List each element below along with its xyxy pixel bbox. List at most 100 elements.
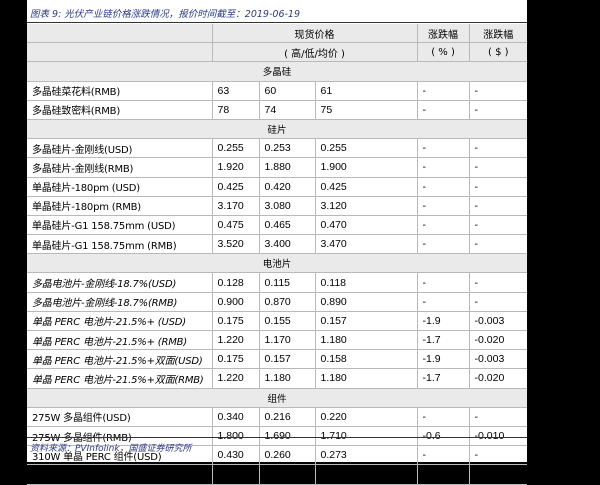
high-price-cell: 0.128 (212, 272, 260, 293)
change-pct-cell: -1.7 (417, 330, 470, 351)
section-header-row: 多晶硅 (27, 61, 528, 82)
table-row: 多晶硅菜花料(RMB) 63 60 61- - (27, 81, 528, 101)
change-usd-cell: - (469, 100, 528, 120)
product-name-cell: 多晶电池片-金刚线-18.7%(RMB) (27, 292, 213, 312)
table-row: 275W 多晶组件(USD) 0.340 0.216 0.220- - (27, 407, 528, 427)
high-price-cell: 63 (212, 81, 260, 101)
low-price-cell: 1.170 (259, 330, 316, 351)
table-row: 单晶 PERC 电池片-21.5%+双面(USD) 0.175 0.157 0.158… (27, 349, 528, 370)
high-price-cell: 0.475 (212, 215, 260, 236)
product-name-cell: 单晶 PERC 电池片-21.5%+ (RMB) (27, 330, 213, 351)
product-name-cell: 单晶硅片-G1 158.75mm (USD) (27, 215, 213, 236)
product-name-cell: 单晶硅片-G1 158.75mm (RMB) (27, 234, 213, 255)
table-row: 单晶 PERC 电池片-21.5%+双面(RMB) 1.220 1.180 1.180… (27, 368, 528, 389)
product-name-cell: 多晶电池片-金刚线-18.7%(USD) (27, 272, 213, 293)
change-usd-cell: - (469, 215, 528, 236)
table-row: 多晶电池片-金刚线-18.7%(RMB) 0.900 0.870 0.890- - (27, 292, 528, 312)
low-price-cell: 2.050 (259, 464, 316, 485)
avg-price-cell: 0.890 (315, 292, 418, 312)
section-header-row: 组件 (27, 388, 528, 408)
avg-price-cell: 0.470 (315, 215, 418, 236)
price-table-body: 现货价格 涨跌幅 涨跌幅 ( 高/低/均价 ) ( % ) ( $ ) 多晶硅多… (27, 24, 528, 485)
table-row: 多晶硅片-金刚线(USD) 0.255 0.253 0.255- - (27, 138, 528, 159)
change-pct-cell: - (417, 234, 470, 255)
low-price-cell: 0.155 (259, 311, 316, 332)
high-price-cell: 3.520 (212, 234, 260, 255)
avg-price-cell: 0.157 (315, 311, 418, 332)
low-price-cell: 3.400 (259, 234, 316, 255)
low-price-cell: 0.870 (259, 292, 316, 312)
avg-price-cell: 61 (315, 81, 418, 101)
product-name-cell: 多晶硅菜花料(RMB) (27, 81, 213, 101)
high-price-cell: 0.175 (212, 349, 260, 370)
document-sheet: 图表 9: 光伏产业链价格涨跌情况，报价时间截至：2019-06-19 现货价格… (27, 0, 528, 485)
low-price-cell: 0.157 (259, 349, 316, 370)
section-title: 硅片 (27, 119, 528, 140)
change-pct-cell: - (417, 407, 470, 427)
source-note: 资料来源：PVInfolink，国盛证券研究所 (30, 444, 192, 454)
avg-price-cell: 2.200 (315, 464, 418, 485)
avg-price-cell: 0.255 (315, 138, 418, 159)
change-usd-cell: - (469, 81, 528, 101)
avg-price-cell: 0.118 (315, 272, 418, 293)
low-price-cell: 3.080 (259, 196, 316, 216)
change-pct-cell: - (417, 196, 470, 216)
low-price-cell: 0.420 (259, 177, 316, 197)
product-name-cell: 多晶硅片-金刚线(USD) (27, 138, 213, 159)
header-row-2: ( 高/低/均价 ) ( % ) ( $ ) (27, 42, 528, 63)
figure-label: 图表 9: (30, 9, 62, 20)
change-usd-cell: - (469, 177, 528, 197)
section-header-row: 电池片 (27, 253, 528, 274)
figure-title: 光伏产业链价格涨跌情况，报价时间截至：2019-06-19 (64, 9, 301, 20)
high-price-cell: 1.920 (212, 157, 260, 178)
change-usd-cell: -0.003 (469, 349, 528, 370)
change-pct-header: 涨跌幅 (417, 24, 470, 44)
high-price-cell: 0.175 (212, 311, 260, 332)
low-price-cell: 60 (259, 81, 316, 101)
avg-price-cell: 0.158 (315, 349, 418, 370)
low-price-cell: 74 (259, 100, 316, 120)
change-pct-cell: - (417, 464, 470, 485)
product-name-cell: 310W 单晶 PERC 组件(RMB) (27, 464, 213, 485)
change-pct-cell: - (417, 215, 470, 236)
avg-price-cell: 1.180 (315, 368, 418, 389)
high-price-cell: 3.170 (212, 196, 260, 216)
change-pct-cell: - (417, 272, 470, 293)
table-row: 单晶硅片-180pm (RMB) 3.170 3.080 3.120- - (27, 196, 528, 216)
change-usd-cell: - (469, 196, 528, 216)
table-row: 310W 单晶 PERC 组件(RMB) 2.200 2.050 2.200- - (27, 464, 528, 485)
price-unit-header: ( 高/低/均价 ) (212, 42, 418, 63)
high-price-cell: 2.200 (212, 464, 260, 485)
change-pct-cell: - (417, 81, 470, 101)
table-row: 单晶硅片-G1 158.75mm (RMB) 3.520 3.400 3.470- - (27, 234, 528, 255)
avg-price-cell: 1.900 (315, 157, 418, 178)
low-price-cell: 1.880 (259, 157, 316, 178)
change-pct-cell: - (417, 177, 470, 197)
avg-price-cell: 0.425 (315, 177, 418, 197)
table-row: 单晶硅片-G1 158.75mm (USD) 0.475 0.465 0.470- - (27, 215, 528, 236)
change-usd-cell: -0.003 (469, 311, 528, 332)
product-name-cell: 多晶硅片-金刚线(RMB) (27, 157, 213, 178)
table-row: 多晶硅片-金刚线(RMB) 1.920 1.880 1.900- - (27, 157, 528, 178)
change-pct-cell: - (417, 292, 470, 312)
avg-price-cell: 3.120 (315, 196, 418, 216)
low-price-cell: 0.465 (259, 215, 316, 236)
change-usd-cell: - (469, 138, 528, 159)
product-name-cell: 多晶硅致密料(RMB) (27, 100, 213, 120)
table-row: 多晶电池片-金刚线-18.7%(USD) 0.128 0.115 0.118- - (27, 272, 528, 293)
header-blank-cell (27, 42, 213, 63)
product-name-cell: 275W 多晶组件(USD) (27, 407, 213, 427)
high-price-cell: 1.220 (212, 368, 260, 389)
change-pct-cell: - (417, 138, 470, 159)
change-usd-cell: - (469, 157, 528, 178)
change-usd-header: 涨跌幅 (469, 24, 528, 44)
avg-price-cell: 3.470 (315, 234, 418, 255)
change-pct-cell: - (417, 100, 470, 120)
change-pct-cell: -1.7 (417, 368, 470, 389)
change-pct-cell: - (417, 157, 470, 178)
product-name-cell: 单晶 PERC 电池片-21.5%+ (USD) (27, 311, 213, 332)
avg-price-cell: 0.220 (315, 407, 418, 427)
high-price-cell: 0.425 (212, 177, 260, 197)
high-price-cell: 1.220 (212, 330, 260, 351)
table-row: 多晶硅致密料(RMB) 78 74 75- - (27, 100, 528, 120)
